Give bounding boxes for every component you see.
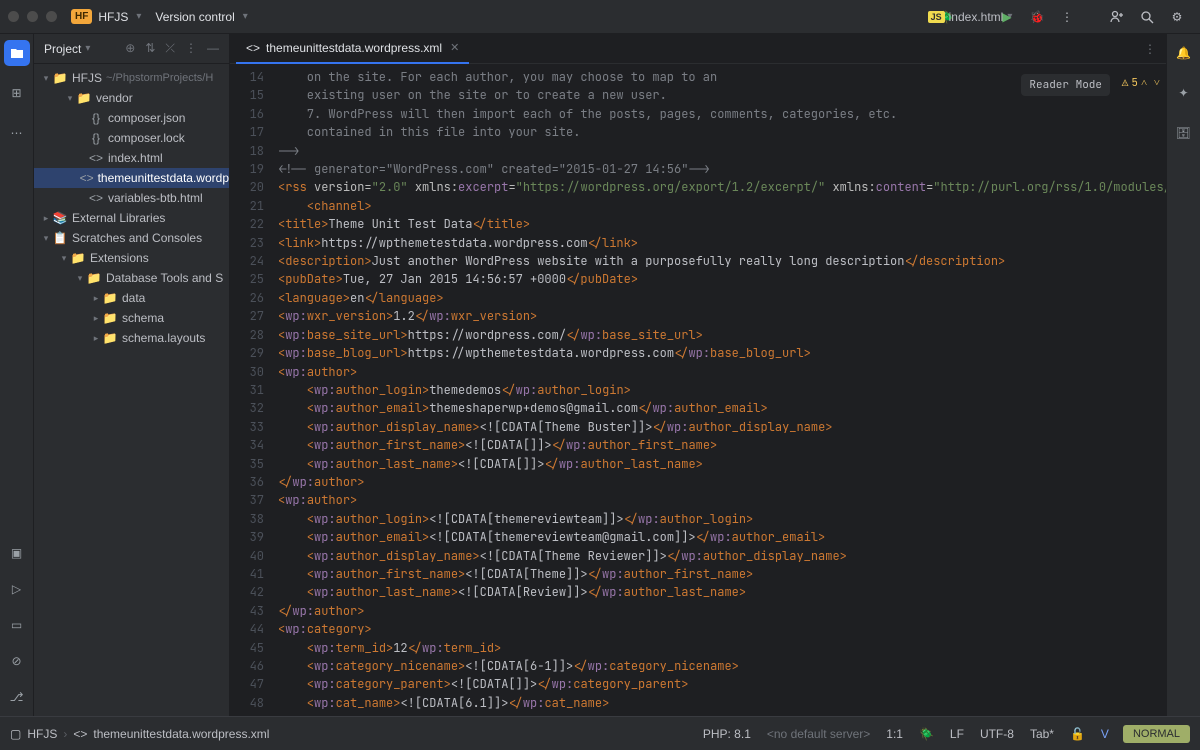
file-tree: ▾📁HFJS~/PhpstormProjects/H ▾📁vendor{}com… <box>34 64 229 352</box>
code-icon: <> <box>246 41 260 55</box>
add-user-icon[interactable] <box>1106 6 1128 28</box>
tab-options-icon[interactable]: ⋮ <box>1144 42 1156 56</box>
run-button[interactable]: ▶ <box>996 6 1018 28</box>
vim-icon[interactable]: V <box>1101 727 1109 741</box>
window-controls[interactable] <box>8 11 57 22</box>
external-libraries[interactable]: ▸📚External Libraries <box>34 208 229 228</box>
problems-icon[interactable]: ⊘ <box>4 648 30 674</box>
search-icon[interactable] <box>1136 6 1158 28</box>
collapse-icon[interactable]: ⤫ <box>165 41 175 56</box>
chevron-down-icon[interactable]: ▾ <box>136 11 141 22</box>
structure-icon[interactable]: ⊞ <box>4 80 30 106</box>
vcs-menu[interactable]: Version control <box>155 10 234 24</box>
terminal-icon[interactable]: ▣ <box>4 540 30 566</box>
sidebar-header: Project ▾ ⊕ ⇅ ⤫ ⋮ — <box>34 34 229 64</box>
left-tool-strip: ⊞ ⋯ ▣ ▷ ▭ ⊘ ⎇ <box>0 34 34 716</box>
vcs-icon[interactable]: ⎇ <box>4 684 30 710</box>
tree-item[interactable]: <>index.html <box>34 148 229 168</box>
project-sidebar: Project ▾ ⊕ ⇅ ⤫ ⋮ — ▾📁HFJS~/PhpstormProj… <box>34 34 230 716</box>
right-tool-strip: 🔔 ✦ 🗄 <box>1166 34 1200 716</box>
debug-button[interactable]: 🐞 <box>1026 6 1048 28</box>
code-editor[interactable]: 14 15 16 17 18 19 20 21 22 23 24 25 26 2… <box>230 64 1166 716</box>
debug-off-icon[interactable]: 🪲 <box>919 727 934 741</box>
sidebar-title: Project <box>44 42 81 56</box>
expand-icon[interactable]: ⇅ <box>145 41 155 56</box>
tree-root[interactable]: ▾📁HFJS~/PhpstormProjects/H <box>34 68 229 88</box>
more-tools-icon[interactable]: ⋯ <box>4 120 30 146</box>
scratches[interactable]: ▾📋Scratches and Consoles <box>34 228 229 248</box>
tree-item[interactable]: {}composer.lock <box>34 128 229 148</box>
lock-icon[interactable]: 🔓 <box>1070 727 1085 741</box>
line-sep[interactable]: LF <box>950 727 964 741</box>
chevron-down-icon[interactable]: ▾ <box>85 43 90 54</box>
gear-icon[interactable]: ⚙ <box>1166 6 1188 28</box>
folder-schema[interactable]: ▸📁schema <box>34 308 229 328</box>
code-content[interactable]: on the site. For each author, you may ch… <box>278 64 1166 716</box>
folder-data[interactable]: ▸📁data <box>34 288 229 308</box>
reader-mode-badge[interactable]: Reader Mode <box>1021 74 1110 96</box>
line-gutter: 14 15 16 17 18 19 20 21 22 23 24 25 26 2… <box>230 64 278 716</box>
file-tab[interactable]: <> themeunittestdata.wordpress.xml ✕ <box>236 34 469 64</box>
db-tools[interactable]: ▾📁Database Tools and S <box>34 268 229 288</box>
close-icon[interactable]: ✕ <box>450 41 459 54</box>
extensions[interactable]: ▾📁Extensions <box>34 248 229 268</box>
run-config[interactable]: JSindex.html▾ <box>966 6 988 28</box>
tab-bar: <> themeunittestdata.wordpress.xml ✕ ⋮ <box>230 34 1166 64</box>
tree-item[interactable]: ▾📁vendor <box>34 88 229 108</box>
encoding[interactable]: UTF-8 <box>980 727 1014 741</box>
services-icon[interactable]: ▷ <box>4 576 30 602</box>
chevron-down-icon[interactable]: ▾ <box>243 11 248 22</box>
select-opened-icon[interactable]: ⊕ <box>125 41 135 56</box>
warning-badge[interactable]: ⚠ 5 ˄ ˅ <box>1122 74 1160 92</box>
cursor-position[interactable]: 1:1 <box>886 727 903 741</box>
vim-mode: NORMAL <box>1123 725 1190 743</box>
more-icon[interactable]: ⋮ <box>1056 6 1078 28</box>
notifications-icon[interactable]: 🔔 <box>1171 40 1197 66</box>
breadcrumb[interactable]: ▢HFJS › <>themeunittestdata.wordpress.xm… <box>10 727 269 741</box>
database-icon[interactable]: 🗄 <box>1171 120 1197 146</box>
title-bar: HF HFJS ▾ Version control ▾ 🪲 JSindex.ht… <box>0 0 1200 34</box>
folder-schema-layouts[interactable]: ▸📁schema.layouts <box>34 328 229 348</box>
tab-label: themeunittestdata.wordpress.xml <box>266 41 442 55</box>
more-icon[interactable]: ⋮ <box>185 41 197 56</box>
tree-item[interactable]: <>themeunittestdata.wordp <box>34 168 229 188</box>
project-tool-icon[interactable] <box>4 40 30 66</box>
project-badge: HF <box>71 9 92 24</box>
status-bar: ▢HFJS › <>themeunittestdata.wordpress.xm… <box>0 716 1200 750</box>
indent[interactable]: Tab* <box>1030 727 1054 741</box>
project-name[interactable]: HFJS <box>98 10 128 24</box>
tree-item[interactable]: {}composer.json <box>34 108 229 128</box>
editor-area: <> themeunittestdata.wordpress.xml ✕ ⋮ 1… <box>230 34 1166 716</box>
minimize-icon[interactable]: — <box>207 41 219 56</box>
tree-item[interactable]: <>variables-btb.html <box>34 188 229 208</box>
ai-icon[interactable]: ✦ <box>1171 80 1197 106</box>
server-status[interactable]: <no default server> <box>767 727 870 741</box>
php-version[interactable]: PHP: 8.1 <box>703 727 751 741</box>
run-tool-icon[interactable]: ▭ <box>4 612 30 638</box>
